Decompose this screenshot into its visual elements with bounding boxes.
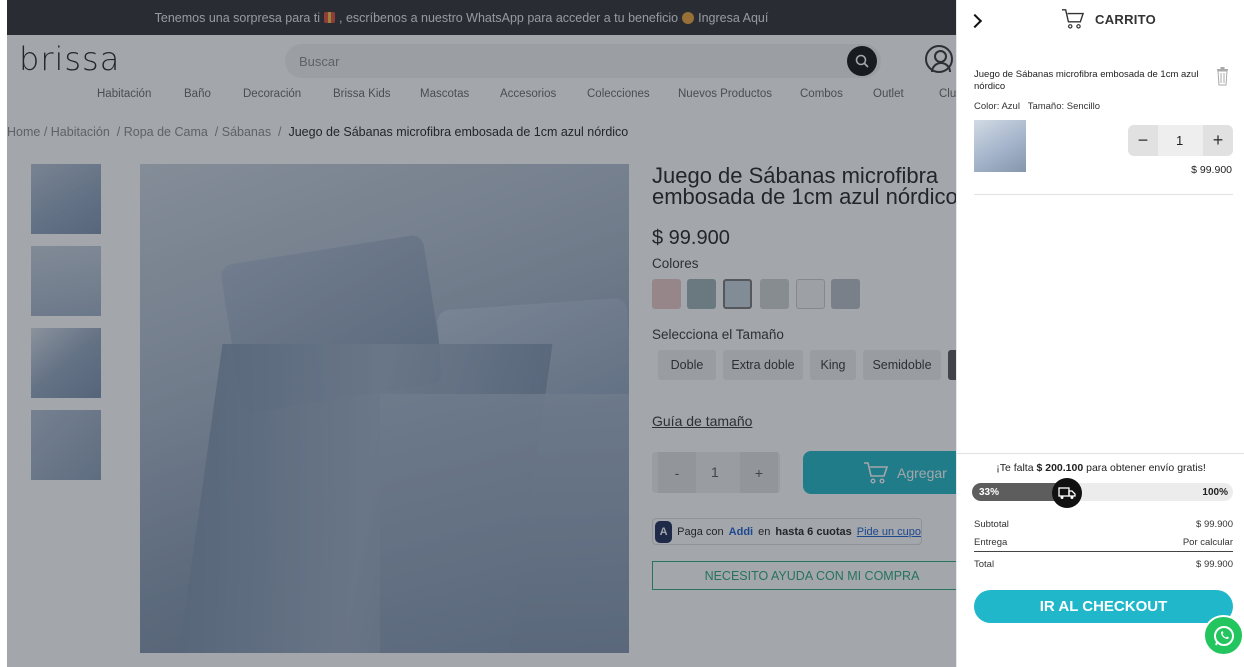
divider [974,551,1233,552]
subtotal-value: $ 99.900 [1196,519,1233,530]
subtotal-row: Subtotal $ 99.900 [974,519,1233,530]
divider [974,194,1233,195]
cart-item-color: Color: Azul [974,101,1020,112]
cart-qty-decrease-button[interactable]: − [1128,125,1158,156]
delivery-label: Entrega [974,537,1008,548]
checkout-button[interactable]: IR AL CHECKOUT [974,590,1233,623]
cart-item-size: Tamaño: Sencillo [1027,101,1101,112]
trash-icon[interactable] [1216,66,1229,86]
product-page: Tenemos una sorpresa para ti , escríbeno… [7,0,956,667]
ship-text-2: para obtener envío gratis! [1086,462,1206,474]
cart-title: CARRITO [1095,11,1157,27]
delivery-value: Por calcular [1182,537,1233,548]
total-value: $ 99.900 [1196,559,1233,570]
progress-percent: 33% [979,487,1000,498]
ship-amount: $ 200.100 [1036,462,1084,474]
cart-qty-value[interactable]: 1 [1176,133,1183,148]
subtotal-label: Subtotal [974,519,1009,530]
cart-item-attributes: Color: Azul Tamaño: Sencillo [974,101,1100,112]
whatsapp-icon [1213,625,1234,646]
delivery-row: Entrega Por calcular [974,537,1233,548]
cart-item-thumbnail[interactable] [974,120,1026,172]
cart-icon [1062,9,1085,29]
cart-quantity-stepper: − 1 + [1128,125,1233,156]
cart-header: CARRITO [1061,8,1156,30]
truck-icon [1052,478,1082,508]
close-drawer-icon[interactable] [967,13,983,29]
whatsapp-button[interactable] [1203,615,1244,656]
cart-item-price: $ 99.900 [1191,164,1232,176]
total-row: Total $ 99.900 [974,559,1233,570]
free-shipping-message: ¡Te falta $ 200.100 para obtener envío g… [957,462,1244,474]
progress-max: 100% [1202,487,1228,498]
ship-text: ¡Te falta [996,462,1034,474]
shipping-progress-bar [972,483,1233,501]
cart-qty-increase-button[interactable]: + [1203,125,1233,156]
modal-backdrop[interactable] [7,0,956,667]
cart-item-name[interactable]: Juego de Sábanas microfibra embosada de … [974,69,1206,93]
divider [957,453,1244,454]
cart-drawer: CARRITO Juego de Sábanas microfibra embo… [956,0,1244,667]
total-label: Total [974,559,995,570]
